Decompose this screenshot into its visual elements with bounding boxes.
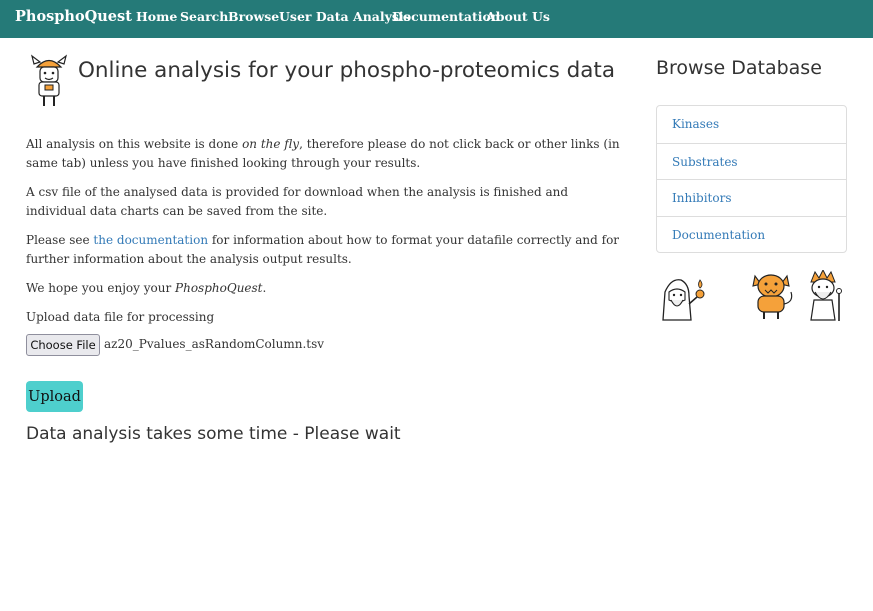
- sidebar-item-documentation[interactable]: Documentation: [657, 215, 846, 253]
- intro-paragraph: All analysis on this website is done on …: [26, 137, 620, 170]
- nav-documentation[interactable]: Documentation: [392, 9, 500, 24]
- browse-list: Kinases Substrates Inhibitors Documentat…: [656, 105, 847, 253]
- nav-user-data-analysis[interactable]: User Data Analysis: [279, 9, 411, 24]
- page-title: Online analysis for your phospho-proteom…: [78, 58, 616, 83]
- csv-info-paragraph: A csv file of the analysed data is provi…: [26, 185, 569, 218]
- viking-mascot-icon: [31, 54, 67, 106]
- sidebar-item-substrates[interactable]: Substrates: [657, 142, 846, 180]
- brand-emphasis: PhosphoQuest: [175, 281, 263, 295]
- top-navbar: PhosphoQuest Home Search Browse User Dat…: [0, 0, 873, 38]
- emphasis-text: on the fly: [242, 137, 300, 151]
- nav-search[interactable]: Search: [180, 9, 228, 24]
- wizard-mascot-icon: [662, 279, 705, 321]
- enjoy-paragraph: We hope you enjoy your PhosphoQuest.: [26, 281, 267, 295]
- sidebar-item-inhibitors[interactable]: Inhibitors: [657, 179, 846, 216]
- nav-browse[interactable]: Browse: [228, 9, 279, 24]
- sidebar-title: Browse Database: [656, 57, 822, 79]
- documentation-paragraph: Please see the documentation for informa…: [26, 233, 620, 266]
- brand-link[interactable]: PhosphoQuest: [15, 8, 132, 25]
- choose-file-button[interactable]: Choose File: [26, 334, 100, 356]
- wait-message: Data analysis takes some time - Please w…: [26, 424, 401, 444]
- old-sage-icon: [810, 270, 842, 321]
- nav-about-us[interactable]: About Us: [486, 9, 550, 24]
- upload-label: Upload data file for processing: [26, 310, 215, 324]
- documentation-link[interactable]: the documentation: [93, 233, 208, 247]
- selected-file-name: az20_Pvalues_asRandomColumn.tsv: [104, 337, 325, 351]
- sidebar-item-kinases[interactable]: Kinases: [657, 106, 846, 143]
- orange-creature-icon: [752, 274, 793, 319]
- upload-button[interactable]: Upload: [26, 381, 83, 412]
- nav-home[interactable]: Home: [136, 9, 177, 24]
